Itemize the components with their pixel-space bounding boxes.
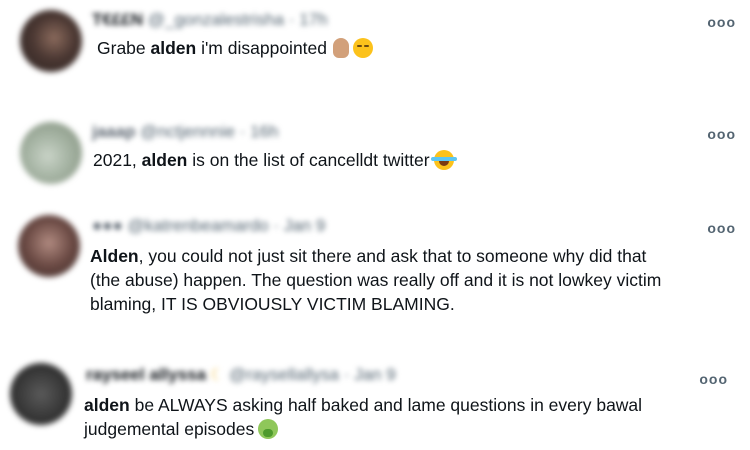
mention-bold: alden bbox=[141, 150, 188, 170]
user-avatar[interactable] bbox=[20, 10, 82, 72]
tweet-3[interactable]: ●●● @katrenbeamardo · Jan 9 ooo Alden, y… bbox=[0, 210, 750, 350]
tweet-header: rayseel allyssa ☾ @raysellallysa · Jan 9 bbox=[86, 365, 396, 385]
tweet-1[interactable]: T€££N @_gonzalestrisha · 17h ooo Grabe a… bbox=[0, 0, 750, 100]
mention-bold: Alden bbox=[90, 246, 139, 266]
display-name[interactable]: ●●● bbox=[92, 216, 123, 235]
tweet-2[interactable]: jaaap @nctjennnie · 16h ooo 2021, alden … bbox=[0, 110, 750, 210]
display-name[interactable]: jaaap bbox=[92, 122, 135, 141]
nauseated-face-icon bbox=[258, 419, 279, 439]
handle-and-time[interactable]: @katrenbeamardo · Jan 9 bbox=[128, 216, 326, 235]
user-avatar[interactable] bbox=[10, 363, 72, 425]
display-name[interactable]: rayseel allyssa bbox=[86, 365, 206, 384]
tweet-header: ●●● @katrenbeamardo · Jan 9 bbox=[92, 216, 325, 236]
mention-bold: alden bbox=[150, 38, 197, 58]
tweet-header: T€££N @_gonzalestrisha · 17h bbox=[92, 10, 328, 30]
tweet-text: alden be ALWAYS asking half baked and la… bbox=[84, 395, 643, 439]
handle-and-time[interactable]: @nctjennnie · 16h bbox=[140, 122, 278, 141]
display-name[interactable]: T€££N bbox=[92, 10, 143, 29]
more-options-icon[interactable]: ooo bbox=[707, 220, 736, 236]
more-options-icon[interactable]: ooo bbox=[699, 371, 728, 387]
pensive-face-icon bbox=[353, 38, 373, 58]
user-avatar[interactable] bbox=[18, 215, 80, 277]
mention-bold: alden bbox=[84, 395, 130, 415]
raised-hand-icon bbox=[333, 38, 349, 58]
tweet-4[interactable]: rayseel allyssa ☾ @raysellallysa · Jan 9 … bbox=[0, 355, 750, 450]
more-options-icon[interactable]: ooo bbox=[707, 126, 736, 142]
user-avatar[interactable] bbox=[20, 122, 82, 184]
tears-of-joy-icon bbox=[430, 150, 457, 170]
more-options-icon[interactable]: ooo bbox=[707, 14, 736, 30]
tweet-header: jaaap @nctjennnie · 16h bbox=[92, 122, 278, 142]
tweet-text: 2021, alden is on the list of cancelldt … bbox=[93, 148, 457, 172]
crescent-moon-icon: ☾ bbox=[210, 367, 225, 384]
handle-and-time[interactable]: @raysellallysa · Jan 9 bbox=[229, 365, 396, 384]
tweet-text: Grabe alden i'm disappointed bbox=[97, 36, 373, 60]
tweet-text: Alden, you could not just sit there and … bbox=[90, 246, 662, 314]
handle-and-time[interactable]: @_gonzalestrisha · 17h bbox=[148, 10, 328, 29]
